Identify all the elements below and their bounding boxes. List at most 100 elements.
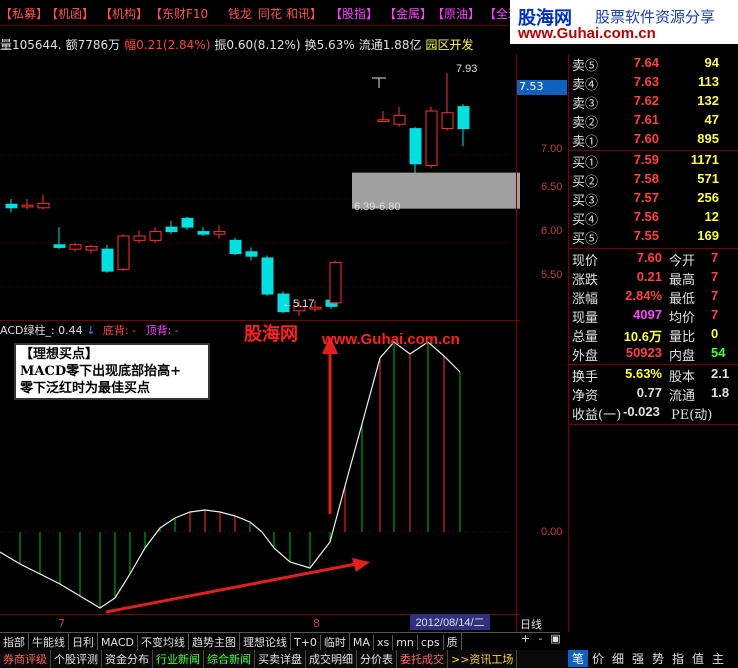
- sell-row[interactable]: 卖② 7.61 47: [569, 112, 738, 131]
- info-tab-8[interactable]: 委托成交: [397, 650, 448, 668]
- stat-label-neipan: 内盘: [669, 349, 696, 364]
- indicator-tab-0[interactable]: 指部: [0, 633, 29, 650]
- candle-body: [5, 203, 18, 209]
- trend-arrow: [105, 562, 357, 614]
- indicator-tab-13[interactable]: 质: [444, 633, 462, 650]
- sell-row[interactable]: 卖③ 7.62 132: [569, 93, 738, 112]
- menu-item-3[interactable]: 【东财F10: [150, 5, 208, 22]
- candle-body: [425, 110, 438, 167]
- panel-tab-4[interactable]: 势: [648, 650, 668, 667]
- menu-item-1[interactable]: 【机函】: [46, 5, 94, 22]
- candle-body: [37, 202, 50, 209]
- sell-price: 7.62: [633, 93, 659, 108]
- info-tab-5[interactable]: 买卖详盘: [255, 650, 306, 668]
- quote-info-bar: 量105644. 额7786万 幅0.21(2.84%) 振0.60(8.12%) 换5…: [0, 36, 520, 54]
- info-tab-1[interactable]: 个股评测: [51, 650, 102, 668]
- buy-row[interactable]: 买⑤ 7.55 169: [569, 228, 738, 247]
- panel-tab-2[interactable]: 细: [608, 650, 628, 667]
- buy-row[interactable]: 买② 7.58 571: [569, 171, 738, 190]
- zoom-in-button[interactable]: +: [518, 632, 533, 645]
- menu-item-6[interactable]: 和讯】: [286, 5, 322, 22]
- sell-label: 卖②: [572, 116, 599, 131]
- annotation-title: 【理想买点】: [20, 347, 99, 362]
- info-tab-0[interactable]: 券商评级: [0, 650, 51, 668]
- stat-value-huanshou: 5.63%: [625, 366, 662, 381]
- volume-text: 量105644.: [0, 38, 62, 52]
- candle-body: [197, 231, 210, 235]
- panel-tab-6[interactable]: 值: [688, 650, 708, 667]
- sell-label: 卖①: [572, 135, 599, 150]
- candlestick-chart[interactable]: 7.93 ←5.17 6.39-6.80: [0, 54, 520, 320]
- buy-label: 买⑤: [572, 232, 599, 247]
- menu-item-7[interactable]: 【股指】: [330, 5, 378, 22]
- sell-label: 卖③: [572, 97, 599, 112]
- candle-body: [229, 239, 242, 255]
- stat-label-liangbi: 量比: [669, 330, 696, 345]
- info-toolbar: 券商评级 个股评测 资金分布 行业新闻 综合新闻 买卖详盘 成交明细 分价表 委托成交 >>资讯工…: [0, 650, 568, 668]
- candle-body: [329, 261, 342, 304]
- panel-tab-7[interactable]: 主: [708, 650, 728, 667]
- candle-body: [441, 112, 454, 130]
- candle-body: [377, 119, 390, 123]
- axis-label-600: 6.00: [541, 225, 563, 237]
- annotation-line2: 零下泛红时为最佳买点: [20, 381, 151, 396]
- buy-row[interactable]: 买④ 7.56 12: [569, 209, 738, 228]
- x-axis-month-8: 8: [313, 617, 320, 630]
- stat-label-xianjia: 现价: [572, 254, 599, 269]
- indicator-tab-8[interactable]: 临时: [321, 633, 350, 650]
- indicator-tab-6[interactable]: 理想论线: [240, 633, 291, 650]
- info-tab-2[interactable]: 资金分布: [102, 650, 153, 668]
- ideal-buy-annotation: 【理想买点】 MACD零下出现底部抬高+ 零下泛红时为最佳买点: [14, 343, 210, 400]
- x-axis-month-7: 7: [58, 617, 65, 630]
- indicator-tab-5[interactable]: 趋势主图: [189, 633, 240, 650]
- candle-body: [85, 246, 98, 251]
- indicator-tab-2[interactable]: 日利: [69, 633, 98, 650]
- zoom-out-button[interactable]: -: [533, 632, 548, 645]
- buy-row[interactable]: 买① 7.59 1171: [569, 152, 738, 171]
- logo-url: www.Guhai.com.cn: [518, 25, 656, 42]
- info-tab-9[interactable]: >>资讯工场: [448, 650, 518, 668]
- sell-label: 卖④: [572, 78, 599, 93]
- panel-tabs: 笔价细强势指值主: [568, 650, 738, 668]
- cursor-date: 2012/08/14/二: [410, 614, 490, 630]
- buy-volume: 571: [697, 171, 719, 186]
- sell-row[interactable]: 卖⑤ 7.64 94: [569, 55, 738, 74]
- top-menu-bar: 【私募】 【机函】 【机构】 【东财F10 钱龙 同花 和讯】 【股指】 【金属】 【原油】 【全球: [0, 0, 520, 26]
- range-label: 6.39-6.80: [354, 201, 400, 213]
- indicator-tab-4[interactable]: 不变均线: [138, 633, 189, 650]
- sell-row[interactable]: 卖④ 7.63 113: [569, 74, 738, 93]
- panel-tab-5[interactable]: 指: [668, 650, 688, 667]
- menu-item-4[interactable]: 钱龙: [228, 5, 252, 22]
- sell-label: 卖⑤: [572, 59, 599, 74]
- menu-item-0[interactable]: 【私募】: [0, 5, 48, 22]
- info-tab-7[interactable]: 分价表: [357, 650, 397, 668]
- menu-item-5[interactable]: 同花: [258, 5, 282, 22]
- indicator-tab-1[interactable]: 牛能线: [29, 633, 69, 650]
- low-price-label: ←5.17: [282, 298, 314, 310]
- buy-row[interactable]: 买③ 7.57 256: [569, 190, 738, 209]
- stat-value-liutong: 1.8: [711, 385, 730, 400]
- stat-label-guben: 股本: [669, 370, 696, 385]
- menu-item-9[interactable]: 【原油】: [432, 5, 480, 22]
- buy-price: 7.57: [633, 190, 659, 205]
- info-tab-3[interactable]: 行业新闻: [153, 650, 204, 668]
- buy-label: 买①: [572, 156, 599, 171]
- candle-body: [245, 251, 258, 257]
- sell-row[interactable]: 卖① 7.60 895: [569, 131, 738, 150]
- layout-button[interactable]: ▣: [548, 632, 563, 645]
- info-tab-4[interactable]: 综合新闻: [204, 650, 255, 668]
- period-label[interactable]: 日线: [520, 616, 542, 632]
- menu-item-8[interactable]: 【金属】: [384, 5, 432, 22]
- stat-value-waipan: 50923: [625, 345, 662, 360]
- panel-tab-0[interactable]: 笔: [568, 650, 588, 667]
- sell-volume: 47: [704, 112, 719, 127]
- panel-tab-1[interactable]: 价: [588, 650, 608, 667]
- buy-volume: 12: [704, 209, 719, 224]
- panel-tab-3[interactable]: 强: [628, 650, 648, 667]
- sector-text: 园区开发: [425, 38, 474, 52]
- stat-value-shouyi: -0.023: [623, 404, 660, 419]
- stat-label-junjia: 均价: [669, 311, 696, 326]
- menu-item-2[interactable]: 【机构】: [100, 5, 148, 22]
- info-tab-6[interactable]: 成交明细: [306, 650, 357, 668]
- buy-price: 7.55: [633, 228, 659, 243]
